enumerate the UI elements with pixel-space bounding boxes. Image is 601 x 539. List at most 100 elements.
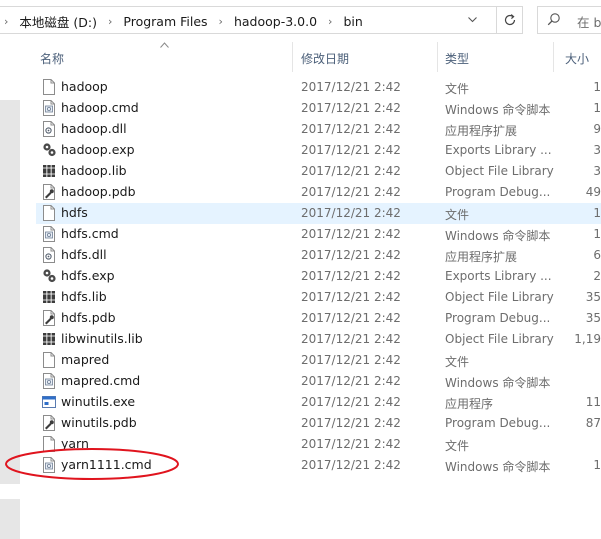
breadcrumb-item[interactable]: 本地磁盘 (D:): [17, 12, 99, 31]
file-type: Object File Library: [445, 332, 554, 346]
breadcrumb-separator-icon[interactable]: ›: [319, 15, 341, 28]
file-type: 应用程序扩展: [445, 250, 518, 264]
breadcrumb-separator-icon[interactable]: ›: [99, 15, 121, 28]
breadcrumb-item[interactable]: bin: [341, 14, 364, 29]
file-name: hadoop.dll: [61, 121, 127, 136]
file-row[interactable]: hdfs.cmd 2017/12/21 2:42 Windows 命令脚本 1: [36, 224, 601, 245]
file-date: 2017/12/21 2:42: [301, 80, 401, 94]
file-row[interactable]: hadoop 2017/12/21 2:42 文件 1: [36, 77, 601, 98]
file-size: 3: [556, 164, 601, 178]
file-row[interactable]: mapred.cmd 2017/12/21 2:42 Windows 命令脚本: [36, 371, 601, 392]
file-row[interactable]: hadoop.cmd 2017/12/21 2:42 Windows 命令脚本 1: [36, 98, 601, 119]
file-type: Windows 命令脚本: [445, 460, 551, 474]
search-input[interactable]: 在 b: [537, 6, 601, 34]
file-date: 2017/12/21 2:42: [301, 290, 401, 304]
file-list: hadoop 2017/12/21 2:42 文件 1 hadoop.cmd 2017/1…: [36, 77, 601, 476]
search-icon: [547, 13, 560, 26]
file-size: 1: [556, 206, 601, 220]
file-size-text: 3: [593, 143, 601, 157]
file-type: Program Debug...: [445, 416, 551, 430]
file-type: 文件: [445, 208, 470, 222]
file-type: 文件: [445, 439, 470, 453]
column-header: 名称 修改日期 类型 大小: [33, 40, 601, 76]
column-divider[interactable]: [437, 42, 438, 72]
file-type: Object File Library: [445, 290, 554, 304]
pdb-icon: [43, 310, 55, 326]
file-size: 35: [556, 311, 601, 325]
file-row[interactable]: hdfs.lib 2017/12/21 2:42 Object File Libra…: [36, 287, 601, 308]
file-row[interactable]: hadoop.dll 2017/12/21 2:42 应用程序扩展 9: [36, 119, 601, 140]
file-size: 1: [556, 101, 601, 115]
file-size: 6: [556, 248, 601, 262]
file-name: hdfs: [61, 205, 88, 220]
column-name[interactable]: 名称: [40, 50, 64, 68]
file-date: 2017/12/21 2:42: [301, 311, 401, 325]
file-date: 2017/12/21 2:42: [301, 101, 401, 115]
file-type: 应用程序扩展: [445, 124, 518, 138]
annotation-circle: [5, 448, 179, 480]
refresh-button[interactable]: [496, 7, 523, 33]
breadcrumb-separator-icon[interactable]: ›: [0, 15, 17, 28]
file-size: [556, 374, 601, 388]
file-icon: [43, 79, 55, 95]
column-type[interactable]: 类型: [445, 50, 469, 68]
file-date: 2017/12/21 2:42: [301, 206, 401, 220]
file-row[interactable]: libwinutils.lib 2017/12/21 2:42 Object Fil…: [36, 329, 601, 350]
address-bar: › 本地磁盘 (D:) › Program Files › hadoop-3.0.0 › bi…: [0, 4, 601, 38]
file-row[interactable]: hadoop.lib 2017/12/21 2:42 Object File Lib…: [36, 161, 601, 182]
file-date: 2017/12/21 2:42: [301, 395, 401, 409]
file-size: 49: [556, 185, 601, 199]
file-date: 2017/12/21 2:42: [301, 353, 401, 367]
column-divider[interactable]: [292, 42, 293, 72]
file-size: [556, 353, 601, 367]
address-box[interactable]: › 本地磁盘 (D:) › Program Files › hadoop-3.0.0 › bi…: [0, 6, 523, 34]
file-row[interactable]: hdfs.exp 2017/12/21 2:42 Exports Library .…: [36, 266, 601, 287]
file-icon: [43, 352, 55, 368]
file-size-text: 35: [585, 311, 601, 325]
file-date: 2017/12/21 2:42: [301, 458, 401, 472]
breadcrumb-item[interactable]: Program Files: [121, 14, 209, 29]
column-size[interactable]: 大小: [565, 50, 589, 68]
file-date: 2017/12/21 2:42: [301, 248, 401, 262]
column-date[interactable]: 修改日期: [301, 50, 349, 68]
file-row[interactable]: winutils.pdb 2017/12/21 2:42 Program Debug…: [36, 413, 601, 434]
pdb-icon: [43, 184, 55, 200]
file-size: 11: [556, 395, 601, 409]
file-size-text: 35: [585, 290, 601, 304]
file-date: 2017/12/21 2:42: [301, 269, 401, 283]
file-name: hdfs.dll: [61, 247, 107, 262]
file-date: 2017/12/21 2:42: [301, 416, 401, 430]
file-name: winutils.pdb: [61, 415, 137, 430]
file-name: hadoop: [61, 79, 108, 94]
file-row[interactable]: winutils.exe 2017/12/21 2:42 应用程序 11: [36, 392, 601, 413]
cmd-script-icon: [43, 100, 55, 116]
file-size: 87: [556, 416, 601, 430]
file-icon: [43, 205, 55, 221]
file-name: hdfs.lib: [61, 289, 107, 304]
file-row[interactable]: mapred 2017/12/21 2:42 文件: [36, 350, 601, 371]
file-size-text: 6: [593, 248, 601, 262]
file-type: Program Debug...: [445, 311, 551, 325]
file-size-text: 3: [593, 164, 601, 178]
exp-icon: [43, 269, 56, 283]
navigation-pane: [0, 40, 33, 539]
file-type: 应用程序: [445, 397, 494, 411]
sort-ascending-icon: [160, 40, 169, 51]
column-divider[interactable]: [553, 42, 554, 72]
file-size: 1: [556, 80, 601, 94]
file-row[interactable]: hdfs.dll 2017/12/21 2:42 应用程序扩展 6: [36, 245, 601, 266]
file-row[interactable]: hdfs.pdb 2017/12/21 2:42 Program Debug... 3…: [36, 308, 601, 329]
file-row[interactable]: hdfs 2017/12/21 2:42 文件 1: [36, 203, 601, 224]
file-name: winutils.exe: [61, 394, 136, 409]
search-placeholder: 在 b: [577, 15, 601, 30]
file-date: 2017/12/21 2:42: [301, 143, 401, 157]
file-size-text: 2: [593, 269, 601, 283]
breadcrumb-separator-icon[interactable]: ›: [210, 15, 232, 28]
breadcrumb-item[interactable]: hadoop-3.0.0: [232, 14, 319, 29]
file-row[interactable]: hadoop.exp 2017/12/21 2:42 Exports Library…: [36, 140, 601, 161]
file-type: Windows 命令脚本: [445, 103, 551, 117]
file-type: Windows 命令脚本: [445, 376, 551, 390]
file-row[interactable]: hadoop.pdb 2017/12/21 2:42 Program Debug..…: [36, 182, 601, 203]
chevron-down-icon[interactable]: [460, 7, 484, 33]
file-name: mapred.cmd: [61, 373, 141, 388]
